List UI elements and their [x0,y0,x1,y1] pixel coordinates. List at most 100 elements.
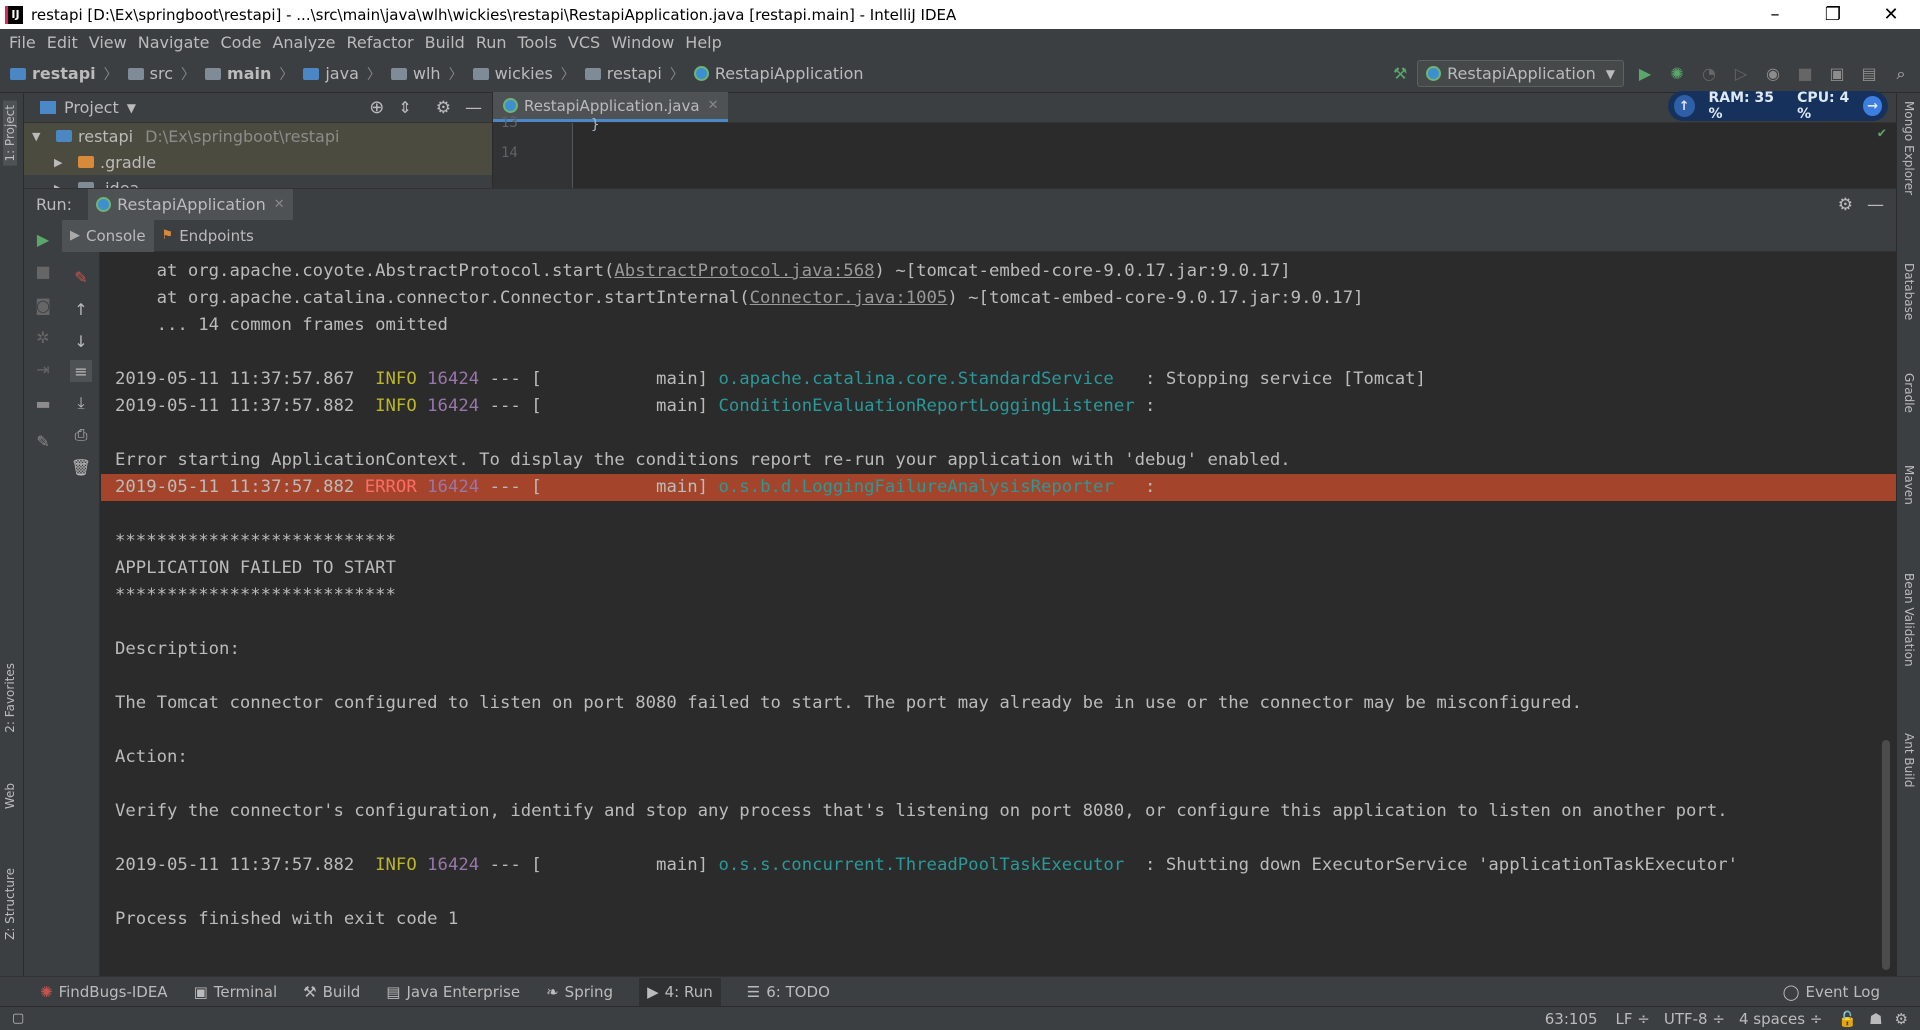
arrow-up-icon[interactable]: ↑ [70,298,92,320]
logger-class[interactable]: o.s.b.d.LoggingFailureAnalysisReporter [718,477,1134,497]
menu-vcs[interactable]: VCS [568,33,600,52]
exit-icon[interactable]: ⇥ [32,358,54,380]
event-log-button[interactable]: ◯ Event Log [1783,983,1880,1001]
menu-file[interactable]: File [9,33,36,52]
run-console-output[interactable]: at org.apache.coyote.AbstractProtocol.st… [101,252,1896,976]
tab-todo[interactable]: ☰ 6: TODO [747,983,830,1001]
tab-run[interactable]: ▶ 4: Run [639,977,721,1006]
maximize-button[interactable]: ❐ [1804,4,1862,25]
minimize-button[interactable]: – [1746,4,1804,25]
lock-icon[interactable]: 🔓 [1838,1010,1857,1028]
sdk-manager-icon[interactable]: ▤ [1858,63,1880,85]
gradle-run-icon[interactable]: ◉ [1762,63,1784,85]
gear-icon[interactable]: ⚙ [436,98,451,118]
hide-panel-icon[interactable]: — [465,98,482,118]
cursor-position[interactable]: 63:105 [1545,1010,1598,1028]
menu-run[interactable]: Run [476,33,507,52]
tab-spring[interactable]: ❧ Spring [546,983,613,1001]
layout-icon[interactable]: ▬ [32,392,54,414]
camera-icon[interactable]: ◙ [32,294,54,316]
tab-endpoints[interactable]: ⚑ Endpoints [154,220,262,252]
logger-class[interactable]: o.apache.catalina.core.StandardService [718,369,1134,389]
clear-all-icon[interactable]: ✎ [70,266,92,288]
debug-bug-icon[interactable]: ✺ [1666,63,1688,85]
project-view-selector[interactable]: Project [64,98,119,117]
tree-item-idea[interactable]: ▶ .idea [24,175,492,188]
gear-icon[interactable]: ⚙ [1895,1010,1908,1028]
ram-cpu-widget[interactable]: ↑ RAM: 35 % CPU: 4 % → [1668,90,1888,122]
settings-cog-icon[interactable]: ✲ [32,326,54,348]
breadcrumb-restapi-package[interactable]: restapi [584,64,662,83]
source-link[interactable]: Connector.java:1005 [750,288,948,308]
run-config-dropdown[interactable]: RestapiApplication ▼ [1417,60,1624,87]
line-separator[interactable]: LF ÷ [1616,1010,1650,1028]
run-icon[interactable]: ▶ [1634,63,1656,85]
mongo-explorer-tab[interactable]: Mongo Explorer [1902,101,1916,195]
logger-class[interactable]: ConditionEvaluationReportLoggingListener [718,396,1134,416]
arrow-right-icon[interactable]: → [1863,96,1882,116]
breadcrumb-class[interactable]: RestapiApplication [693,64,864,83]
favorites-tool-tab[interactable]: 2: Favorites [3,663,17,733]
menu-refactor[interactable]: Refactor [347,33,414,52]
search-icon[interactable]: ⌕ [1890,63,1912,85]
scroll-to-end-icon[interactable]: ⤓ [70,392,92,414]
tree-item-gradle[interactable]: ▶ .gradle [24,149,492,175]
console-scrollbar[interactable] [1882,740,1890,970]
trash-icon[interactable]: 🗑 [70,456,92,478]
menu-window[interactable]: Window [611,33,674,52]
run-config-tab[interactable]: RestapiApplication ✕ [88,188,293,221]
tab-console[interactable]: ▶ Console [62,219,154,252]
menu-analyze[interactable]: Analyze [272,33,335,52]
breadcrumb-main[interactable]: main [205,64,271,83]
editor-tab-restapiapplication[interactable]: RestapiApplication.java ✕ [493,92,729,122]
breadcrumb-wickies[interactable]: wickies [472,64,553,83]
panel-toggle-icon[interactable]: ▢ [12,1011,24,1026]
structure-tool-tab[interactable]: Z: Structure [3,868,17,940]
arrow-down-icon[interactable]: ↓ [70,330,92,352]
stop-icon[interactable]: ■ [32,260,54,282]
rerun-icon[interactable]: ▶ [32,228,54,250]
breadcrumb-src[interactable]: src [127,64,173,83]
expand-arrow-icon[interactable]: ▶ [54,156,72,169]
breadcrumb-restapi[interactable]: restapi [10,64,96,83]
collapse-all-icon[interactable]: ⇕ [398,98,411,117]
database-tab[interactable]: Database [1902,263,1916,320]
menu-tools[interactable]: Tools [518,33,557,52]
indent-setting[interactable]: 4 spaces ÷ [1739,1010,1822,1028]
breadcrumb-wlh[interactable]: wlh [390,64,441,83]
ant-build-tab[interactable]: Ant Build [1902,733,1916,787]
pin-icon[interactable]: ✎ [32,430,54,452]
expand-arrow-icon[interactable]: ▼ [32,130,50,143]
tree-item-restapi[interactable]: ▼ restapi D:\Ex\springboot\restapi [24,123,492,149]
soft-wrap-icon[interactable]: ≡ [70,360,92,382]
tab-java-enterprise[interactable]: ▤ Java Enterprise [386,983,520,1001]
locate-crosshair-icon[interactable]: ⊕ [369,97,384,118]
project-structure-icon[interactable]: ▣ [1826,63,1848,85]
hide-panel-icon[interactable]: — [1867,195,1884,215]
breadcrumb-java[interactable]: java [303,64,359,83]
profile-icon[interactable]: ▷ [1730,63,1752,85]
gradle-tab[interactable]: Gradle [1902,373,1916,413]
maven-tab[interactable]: Maven [1902,465,1916,505]
code-editor[interactable]: 13 14 } ✔ [493,115,1896,188]
print-icon[interactable]: ⎙ [70,424,92,446]
chevron-down-icon[interactable]: ▼ [127,101,136,115]
coverage-icon[interactable]: ◔ [1698,63,1720,85]
bean-validation-tab[interactable]: Bean Validation [1902,573,1916,667]
source-link[interactable]: AbstractProtocol.java:568 [614,261,874,281]
inspector-icon[interactable]: ☗ [1869,1010,1882,1028]
tab-build[interactable]: ⚒ Build [303,983,360,1001]
project-tool-tab[interactable]: 1: Project [3,101,17,166]
tab-findbugs[interactable]: ✺ FindBugs-IDEA [40,983,168,1001]
stop-icon[interactable]: ■ [1794,63,1816,85]
close-tab-icon[interactable]: ✕ [708,98,719,113]
close-button[interactable]: ✕ [1862,4,1920,25]
menu-edit[interactable]: Edit [47,33,78,52]
menu-view[interactable]: View [89,33,127,52]
web-tool-tab[interactable]: Web [3,783,17,809]
gear-icon[interactable]: ⚙ [1838,195,1853,215]
build-hammer-icon[interactable]: ⚒ [1389,63,1411,85]
menu-navigate[interactable]: Navigate [138,33,210,52]
menu-build[interactable]: Build [425,33,465,52]
close-tab-icon[interactable]: ✕ [274,197,285,212]
